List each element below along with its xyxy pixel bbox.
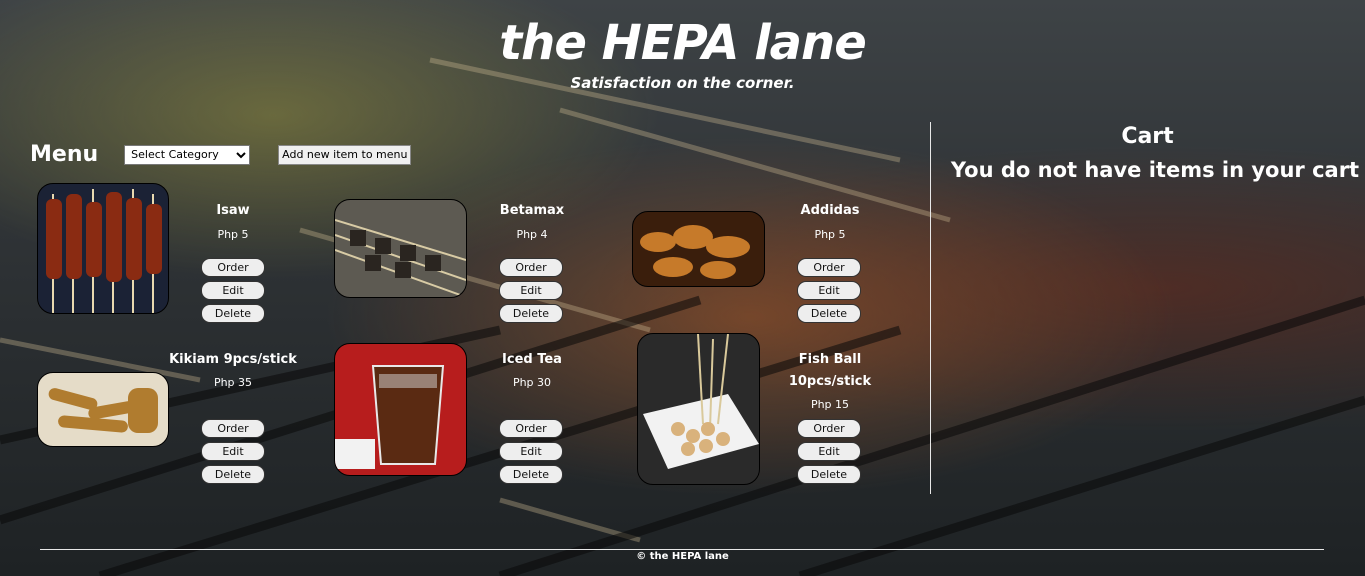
item-name: Isaw [216,203,250,218]
delete-button[interactable]: Delete [201,304,265,323]
item-name: Betamax [499,203,565,218]
item-price: Php 5 [217,228,249,241]
category-select[interactable]: Select Category [124,144,251,165]
item-price: Php 35 [213,376,253,389]
delete-button[interactable]: Delete [499,304,563,323]
edit-button[interactable]: Edit [499,281,563,300]
item-price: Php 4 [516,228,548,241]
addidas-image [632,211,765,287]
item-name: Kikiam 9pcs/stick [169,352,297,367]
order-button[interactable]: Order [201,258,265,277]
add-menu-item-button[interactable]: Add new item to menu [278,144,412,165]
cart-title: Cart [1121,124,1174,149]
item-price: Php 5 [814,228,846,241]
edit-button[interactable]: Edit [797,281,861,300]
item-name-line1: Fish Ball [798,352,862,367]
site-title: the HEPA lane [499,15,867,71]
site-tagline: Satisfaction on the corner. [570,74,795,92]
edit-button[interactable]: Edit [499,442,563,461]
delete-button[interactable]: Delete [797,304,861,323]
order-button[interactable]: Order [499,258,563,277]
isaw-image [37,183,169,314]
item-name-line2: 10pcs/stick [788,374,872,389]
order-button[interactable]: Order [797,419,861,438]
delete-button[interactable]: Delete [201,465,265,484]
iced-tea-image [334,343,467,476]
order-button[interactable]: Order [797,258,861,277]
item-name: Addidas [800,203,860,218]
menu-heading: Menu [30,142,99,167]
betamax-image [334,199,467,298]
edit-button[interactable]: Edit [201,442,265,461]
footer-copyright: © the HEPA lane [636,551,729,562]
item-price: Php 30 [512,376,552,389]
kikiam-image [37,372,169,447]
item-price: Php 15 [810,398,850,411]
delete-button[interactable]: Delete [797,465,861,484]
order-button[interactable]: Order [499,419,563,438]
cart-empty-message: You do not have items in your cart [950,158,1360,182]
item-name: Iced Tea [502,352,562,367]
fish-ball-image [637,333,760,485]
edit-button[interactable]: Edit [201,281,265,300]
footer-divider [40,549,1324,550]
order-button[interactable]: Order [201,419,265,438]
edit-button[interactable]: Edit [797,442,861,461]
delete-button[interactable]: Delete [499,465,563,484]
menu-toolbar: Menu Select Category Add new item to men… [30,142,412,167]
